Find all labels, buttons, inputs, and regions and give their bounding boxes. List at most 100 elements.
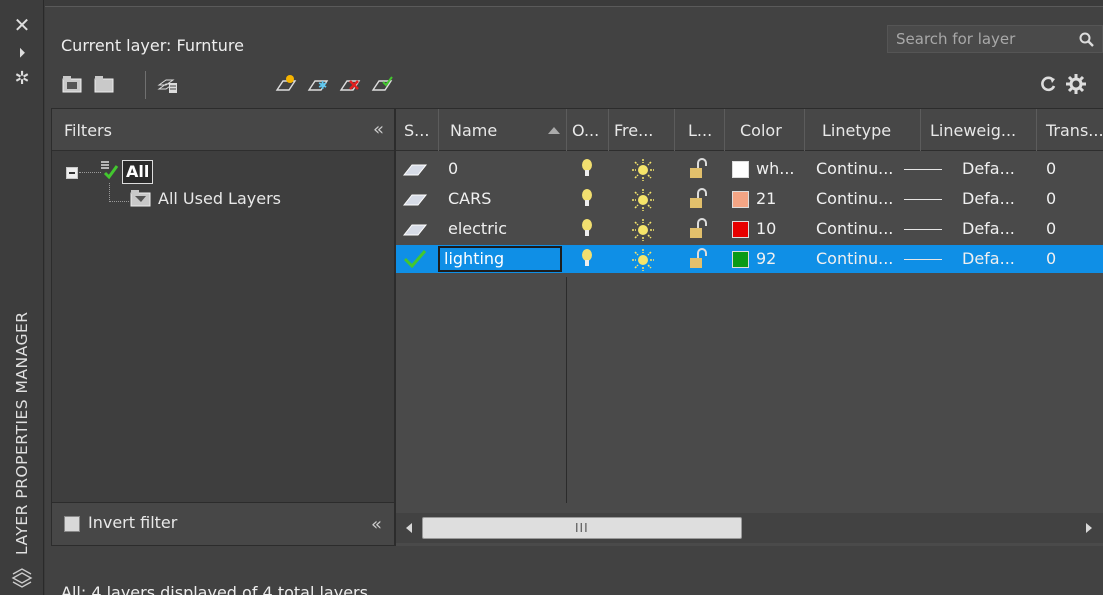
lineweight-value[interactable]: Defa... xyxy=(962,158,1015,180)
column-transparency[interactable]: Trans... xyxy=(1046,121,1103,140)
current-layer-label: Current layer: Furnture xyxy=(61,36,244,55)
color-name[interactable]: wh... xyxy=(756,158,794,180)
column-lineweight[interactable]: Lineweig... xyxy=(930,121,1016,140)
column-freeze[interactable]: Fre... xyxy=(614,121,653,140)
transparency-value[interactable]: 0 xyxy=(1046,158,1056,180)
collapse-button[interactable]: « xyxy=(371,514,382,535)
color-swatch[interactable] xyxy=(732,221,749,238)
new-layer-icon[interactable] xyxy=(275,73,297,95)
sort-ascending-icon xyxy=(548,127,560,134)
lock-unlocked-icon[interactable] xyxy=(688,188,710,210)
settings-gear-icon[interactable] xyxy=(1065,73,1087,95)
layer-name[interactable]: electric xyxy=(448,218,507,240)
auto-hide-icon[interactable]: ⏵ xyxy=(8,42,36,64)
layer-name-edit-field[interactable]: lighting xyxy=(438,246,562,272)
color-name[interactable]: 92 xyxy=(756,248,776,270)
scroll-left-arrow-icon[interactable] xyxy=(406,523,412,533)
column-divider[interactable] xyxy=(438,109,439,151)
current-layer-check-icon xyxy=(403,250,427,269)
layer-row-selected[interactable]: lighting 92 Continu... Defa... 0 xyxy=(396,245,1103,273)
lightbulb-on-icon[interactable] xyxy=(580,248,594,270)
layer-name[interactable]: 0 xyxy=(448,158,458,180)
search-input[interactable]: Search for layer xyxy=(887,25,1103,53)
collapse-filters-button[interactable]: « xyxy=(373,119,384,140)
column-divider[interactable] xyxy=(608,109,609,151)
filter-all[interactable]: All xyxy=(122,160,154,184)
new-group-filter-icon[interactable] xyxy=(93,73,115,95)
column-color[interactable]: Color xyxy=(740,121,782,140)
layer-manager-panel: Current layer: Furnture Search for layer… xyxy=(45,6,1103,595)
toolbar-separator xyxy=(145,71,146,99)
sun-thawed-icon[interactable] xyxy=(630,217,656,243)
layer-name[interactable]: CARS xyxy=(448,188,491,210)
transparency-value[interactable]: 0 xyxy=(1046,218,1056,240)
lock-unlocked-icon[interactable] xyxy=(688,248,710,270)
svg-text:✱: ✱ xyxy=(318,79,327,92)
color-name[interactable]: 21 xyxy=(756,188,776,210)
new-property-filter-icon[interactable] xyxy=(61,73,83,95)
color-swatch[interactable] xyxy=(732,191,749,208)
lineweight-value[interactable]: Defa... xyxy=(962,218,1015,240)
used-layers-filter-icon xyxy=(130,190,151,207)
layer-row[interactable]: electric 10 Continu... Defa... 0 xyxy=(396,215,1103,243)
sun-thawed-icon[interactable] xyxy=(630,187,656,213)
color-name[interactable]: 10 xyxy=(756,218,776,240)
color-swatch[interactable] xyxy=(732,161,749,178)
transparency-value[interactable]: 0 xyxy=(1046,188,1056,210)
refresh-icon[interactable] xyxy=(1037,73,1059,95)
column-divider[interactable] xyxy=(1036,109,1037,151)
column-status[interactable]: S... xyxy=(404,121,429,140)
layer-states-manager-icon[interactable] xyxy=(157,73,179,95)
lock-unlocked-icon[interactable] xyxy=(688,218,710,240)
linetype-value[interactable]: Continu... xyxy=(816,248,893,270)
status-bar: All: 4 layers displayed of 4 total layer… xyxy=(61,583,368,595)
palette-title: LAYER PROPERTIES MANAGER xyxy=(13,311,31,555)
lineweight-sample xyxy=(904,229,942,230)
palette-side-strip: ✕ ⏵ ✲ LAYER PROPERTIES MANAGER xyxy=(0,0,44,595)
column-divider[interactable] xyxy=(724,109,725,151)
layer-status-icon xyxy=(402,194,428,206)
linetype-value[interactable]: Continu... xyxy=(816,158,893,180)
sun-thawed-icon[interactable] xyxy=(630,157,656,183)
set-current-icon[interactable] xyxy=(371,73,393,95)
all-filter-icon xyxy=(101,161,119,180)
lightbulb-on-icon[interactable] xyxy=(580,188,594,210)
linetype-value[interactable]: Continu... xyxy=(816,188,893,210)
close-icon[interactable]: ✕ xyxy=(8,14,36,36)
title-bar: Current layer: Furnture Search for layer xyxy=(45,7,1103,63)
toolbar: ✱ xyxy=(45,65,1103,105)
horizontal-scrollbar[interactable]: III xyxy=(396,513,1103,543)
column-linetype[interactable]: Linetype xyxy=(822,121,891,140)
column-on[interactable]: O... xyxy=(572,121,599,140)
linetype-value[interactable]: Continu... xyxy=(816,218,893,240)
layer-row[interactable]: 0 wh... Continu... Defa... 0 xyxy=(396,155,1103,183)
filter-all-used-layers[interactable]: All Used Layers xyxy=(158,187,281,211)
layer-row[interactable]: CARS 21 Continu... Defa... 0 xyxy=(396,185,1103,213)
lineweight-sample xyxy=(904,199,942,200)
pane-divider xyxy=(566,277,567,503)
lightbulb-on-icon[interactable] xyxy=(580,218,594,240)
column-divider[interactable] xyxy=(674,109,675,151)
scroll-right-arrow-icon[interactable] xyxy=(1086,523,1092,533)
lock-unlocked-icon[interactable] xyxy=(688,158,710,180)
column-name[interactable]: Name xyxy=(450,121,497,140)
search-icon[interactable] xyxy=(1078,31,1096,49)
new-layer-vp-frozen-icon[interactable]: ✱ xyxy=(307,73,329,95)
sun-thawed-icon[interactable] xyxy=(630,247,656,273)
column-divider[interactable] xyxy=(804,109,805,151)
column-lock[interactable]: L... xyxy=(688,121,712,140)
scroll-thumb[interactable]: III xyxy=(422,517,742,539)
lightbulb-on-icon[interactable] xyxy=(580,158,594,180)
lineweight-value[interactable]: Defa... xyxy=(962,188,1015,210)
tree-collapse-toggle[interactable] xyxy=(66,167,78,179)
column-divider[interactable] xyxy=(566,109,567,151)
column-divider[interactable] xyxy=(920,109,921,151)
lineweight-value[interactable]: Defa... xyxy=(962,248,1015,270)
invert-filter-label: Invert filter xyxy=(88,513,178,532)
delete-layer-icon[interactable] xyxy=(339,73,361,95)
grid-header: S... Name O... Fre... L... Color Linetyp… xyxy=(396,109,1103,151)
color-swatch[interactable] xyxy=(732,251,749,268)
properties-icon[interactable]: ✲ xyxy=(8,68,36,90)
transparency-value[interactable]: 0 xyxy=(1046,248,1056,270)
invert-filter-checkbox[interactable] xyxy=(64,516,80,532)
